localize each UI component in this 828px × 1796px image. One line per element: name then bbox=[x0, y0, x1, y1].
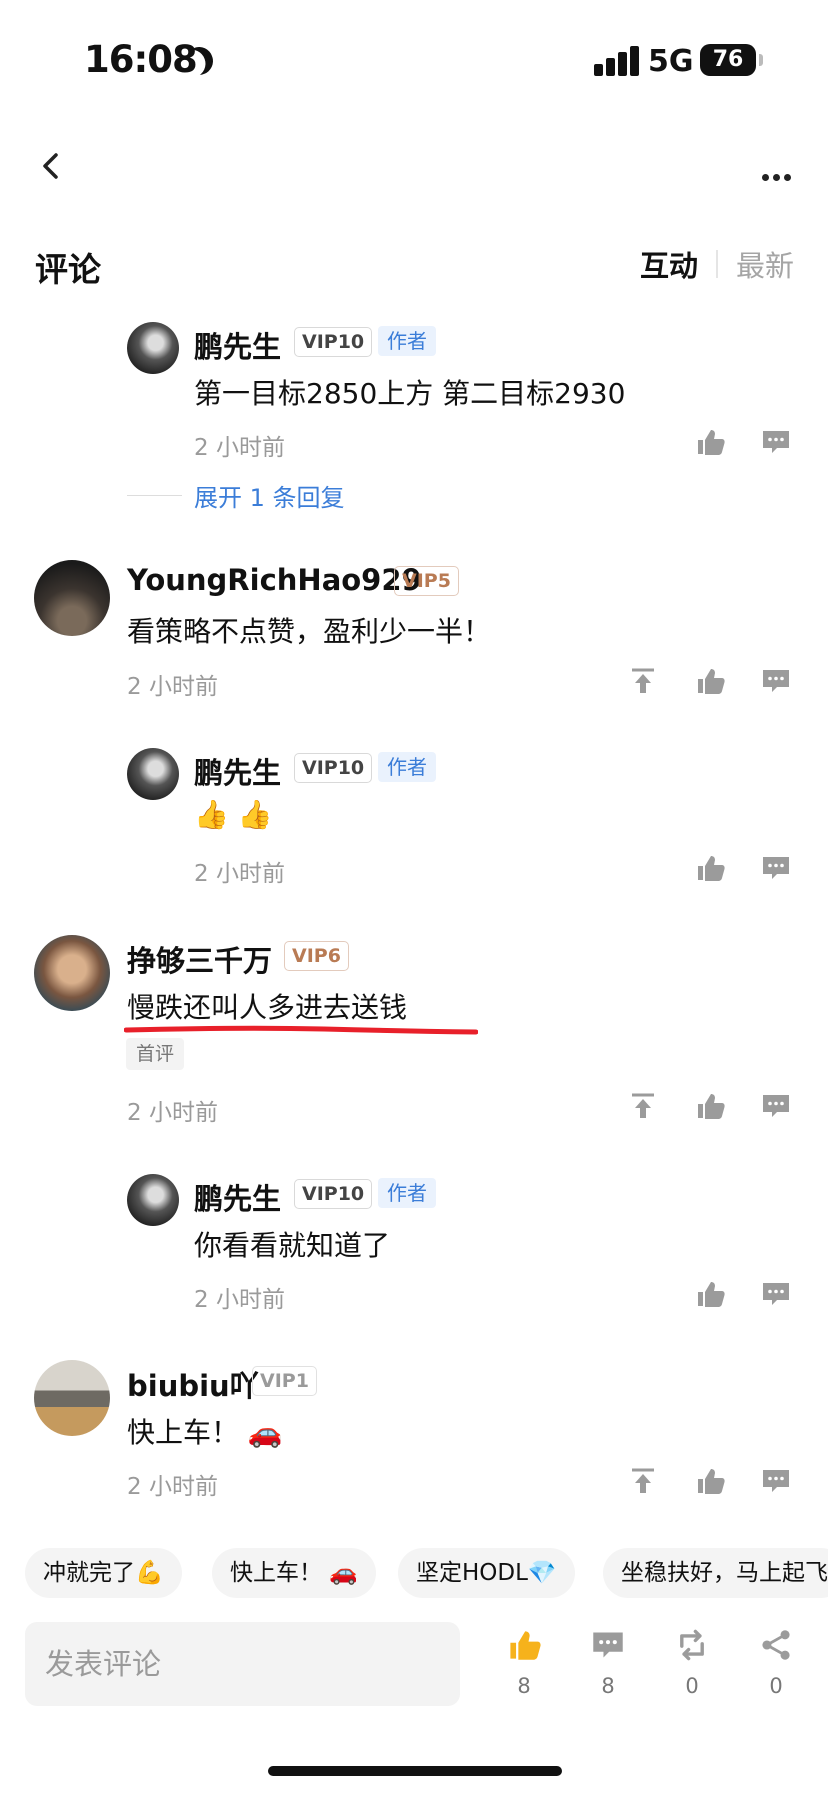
vip-badge: VIP5 bbox=[394, 566, 459, 596]
comment-count: 8 bbox=[601, 1674, 615, 1698]
avatar[interactable] bbox=[34, 560, 110, 636]
comment-author-name[interactable]: YoungRichHao929 bbox=[127, 563, 422, 597]
avatar[interactable] bbox=[127, 748, 179, 800]
comment-time: 2 小时前 bbox=[127, 674, 218, 700]
tab-divider bbox=[715, 250, 718, 278]
comment-time: 2 小时前 bbox=[127, 1100, 218, 1126]
repost-icon[interactable] bbox=[675, 1628, 709, 1662]
comment-author-name[interactable]: 鹏先生 bbox=[194, 750, 281, 792]
comment-author-name[interactable]: 鹏先生 bbox=[194, 1176, 281, 1218]
red-underline bbox=[124, 1025, 478, 1035]
avatar[interactable] bbox=[127, 322, 179, 374]
network-label: 5G bbox=[648, 44, 694, 79]
comment-icon[interactable] bbox=[590, 1628, 626, 1662]
battery-icon: 76 bbox=[700, 44, 763, 76]
like-icon[interactable] bbox=[695, 853, 725, 883]
signal-icon bbox=[594, 44, 654, 76]
expand-replies[interactable]: 展开 1 条回复 bbox=[127, 478, 345, 513]
back-icon[interactable] bbox=[38, 152, 66, 180]
reply-icon[interactable] bbox=[761, 427, 791, 457]
like-count: 8 bbox=[517, 1674, 531, 1698]
vip-badge: VIP10 bbox=[294, 327, 373, 357]
vip-badge: VIP1 bbox=[252, 1366, 317, 1396]
reply-icon[interactable] bbox=[761, 1279, 791, 1309]
section-title: 评论 bbox=[35, 250, 101, 289]
quick-reply-chip[interactable]: 冲就完了💪 bbox=[25, 1548, 182, 1598]
tab-latest[interactable]: 最新 bbox=[736, 243, 794, 285]
tab-interaction[interactable]: 互动 bbox=[640, 243, 698, 285]
like-icon[interactable] bbox=[695, 1091, 725, 1121]
status-time: 16:08 bbox=[84, 38, 198, 81]
comment-time: 2 小时前 bbox=[194, 435, 285, 461]
quick-reply-chip[interactable]: 坐稳扶好，马上起飞 bbox=[603, 1548, 828, 1598]
first-comment-badge: 首评 bbox=[126, 1038, 184, 1070]
reply-icon[interactable] bbox=[761, 853, 791, 883]
reply-icon[interactable] bbox=[761, 666, 791, 696]
pin-icon[interactable] bbox=[628, 666, 658, 696]
avatar[interactable] bbox=[34, 1360, 110, 1436]
author-badge: 作者 bbox=[378, 326, 436, 356]
comment-text: 看策略不点赞，盈利少一半！ bbox=[127, 615, 492, 648]
like-icon[interactable] bbox=[695, 1279, 725, 1309]
quick-reply-chip[interactable]: 坚定HODL💎 bbox=[398, 1548, 575, 1598]
expand-divider bbox=[127, 494, 182, 497]
avatar[interactable] bbox=[127, 1174, 179, 1226]
repost-count: 0 bbox=[685, 1674, 699, 1698]
comment-author-name[interactable]: 鹏先生 bbox=[194, 324, 281, 366]
repost-action[interactable]: 0 bbox=[660, 1628, 724, 1698]
pin-icon[interactable] bbox=[628, 1466, 658, 1496]
quick-reply-chip[interactable]: 快上车！ 🚗 bbox=[212, 1548, 376, 1598]
pin-icon[interactable] bbox=[628, 1091, 658, 1121]
vip-badge: VIP10 bbox=[294, 1179, 373, 1209]
comment-text: 你看看就知道了 bbox=[194, 1229, 391, 1262]
like-icon[interactable] bbox=[695, 1466, 725, 1496]
comment-time: 2 小时前 bbox=[194, 1287, 285, 1313]
comment-text: 快上车！ 🚗 bbox=[127, 1416, 283, 1449]
comment-input[interactable]: 发表评论 bbox=[25, 1622, 460, 1706]
share-icon[interactable] bbox=[759, 1628, 793, 1662]
comment-text: 第一目标2850上方 第二目标2930 bbox=[194, 377, 626, 410]
comment-text: 慢跌还叫人多进去送钱 bbox=[127, 991, 408, 1024]
expand-replies-label[interactable]: 展开 1 条回复 bbox=[194, 478, 345, 513]
author-badge: 作者 bbox=[378, 1178, 436, 1208]
comment-tabs: 互动 最新 bbox=[640, 243, 794, 285]
like-action[interactable]: 8 bbox=[492, 1628, 556, 1698]
status-bar: 16:08 5G 76 bbox=[0, 0, 828, 120]
vip-badge: VIP6 bbox=[284, 941, 349, 971]
author-badge: 作者 bbox=[378, 752, 436, 782]
like-icon[interactable] bbox=[695, 427, 725, 457]
comment-text: 👍 👍 bbox=[194, 798, 273, 831]
vip-badge: VIP10 bbox=[294, 753, 373, 783]
comment-action[interactable]: 8 bbox=[576, 1628, 640, 1698]
comment-author-name[interactable]: biubiu吖 bbox=[127, 1363, 259, 1405]
reply-icon[interactable] bbox=[761, 1091, 791, 1121]
comment-time: 2 小时前 bbox=[194, 861, 285, 887]
avatar[interactable] bbox=[34, 935, 110, 1011]
quick-reply-bar: 冲就完了💪 快上车！ 🚗 坚定HODL💎 坐稳扶好，马上起飞 bbox=[0, 1548, 828, 1600]
reply-icon[interactable] bbox=[761, 1466, 791, 1496]
like-icon[interactable] bbox=[695, 666, 725, 696]
share-action[interactable]: 0 bbox=[744, 1628, 808, 1698]
share-count: 0 bbox=[769, 1674, 783, 1698]
more-icon[interactable] bbox=[762, 166, 795, 185]
home-indicator bbox=[268, 1766, 562, 1776]
thumbs-up-icon[interactable] bbox=[507, 1628, 541, 1662]
comment-author-name[interactable]: 挣够三千万 bbox=[127, 938, 272, 980]
comment-time: 2 小时前 bbox=[127, 1474, 218, 1500]
